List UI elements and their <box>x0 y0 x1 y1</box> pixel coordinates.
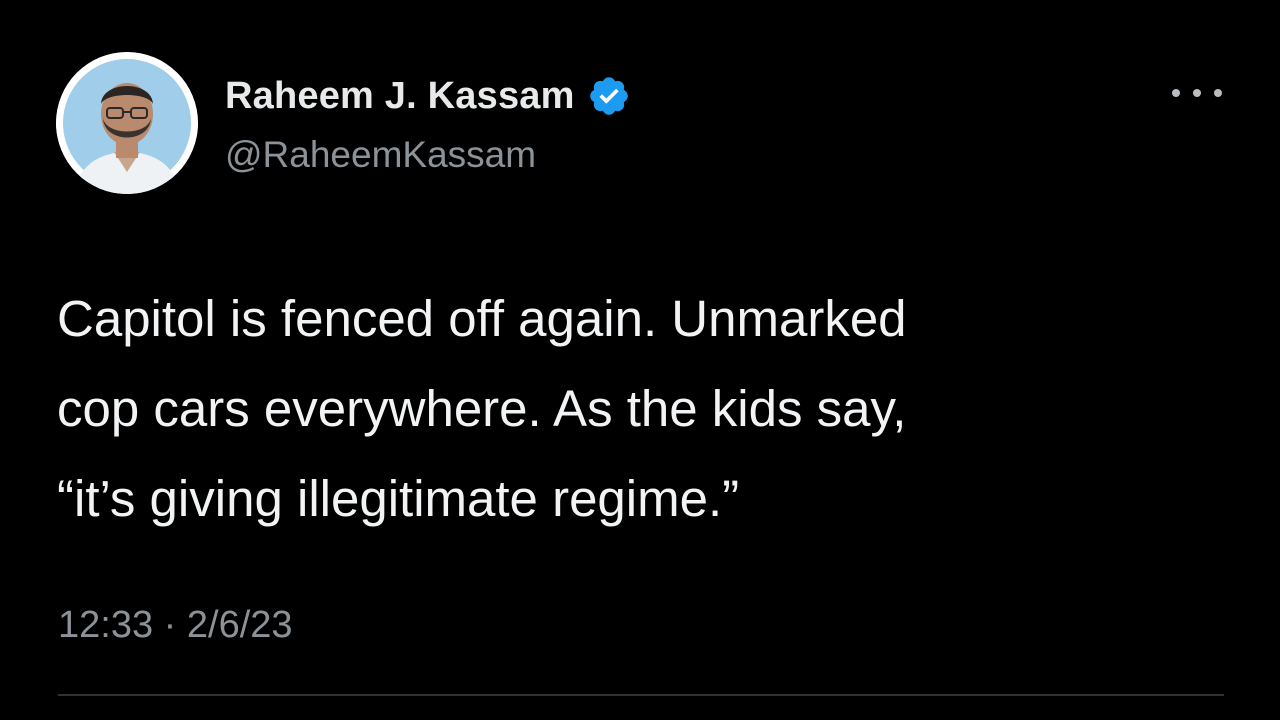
more-options-icon[interactable] <box>1172 78 1222 108</box>
tweet-timestamp: 12:33 · 2/6/23 <box>58 604 293 647</box>
tweet-text: Capitol is fenced off again. Unmarked co… <box>57 290 907 527</box>
tweet-card: Raheem J. Kassam @RaheemKassam Capitol i… <box>0 0 1280 720</box>
more-dot <box>1193 89 1201 97</box>
more-dot <box>1172 89 1180 97</box>
divider <box>58 694 1224 696</box>
tweet-date[interactable]: 2/6/23 <box>187 604 293 646</box>
author-handle[interactable]: @RaheemKassam <box>225 134 536 176</box>
timestamp-separator: · <box>153 604 187 646</box>
author-display-name[interactable]: Raheem J. Kassam <box>225 75 575 118</box>
avatar[interactable] <box>56 52 198 194</box>
author-name-row: Raheem J. Kassam <box>225 68 631 124</box>
tweet-time[interactable]: 12:33 <box>58 604 153 646</box>
avatar-photo <box>56 52 198 194</box>
verified-badge-icon <box>587 74 631 118</box>
more-dot <box>1214 89 1222 97</box>
